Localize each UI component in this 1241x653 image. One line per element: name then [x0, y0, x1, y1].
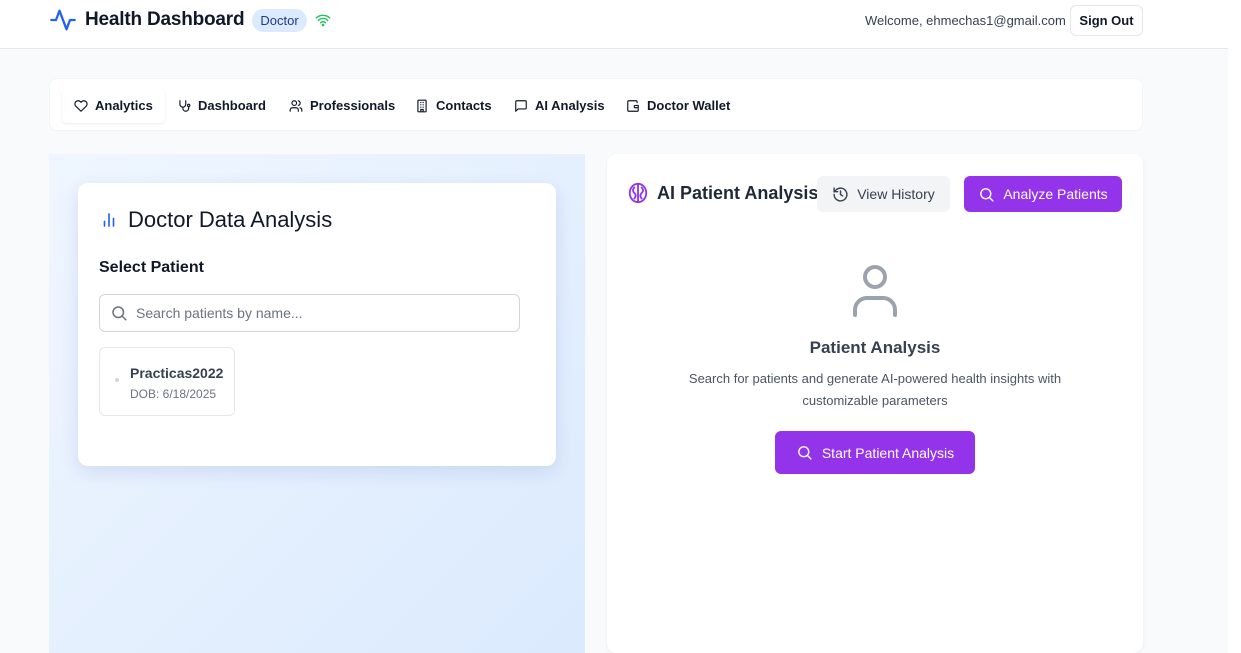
analyze-patients-label: Analyze Patients [1003, 186, 1108, 202]
analyze-patients-button[interactable]: Analyze Patients [964, 176, 1122, 212]
search-icon [980, 187, 994, 202]
heart-icon [74, 99, 88, 112]
role-badge: Doctor [252, 8, 307, 32]
bar-chart-icon [103, 213, 115, 227]
history-icon [833, 186, 848, 202]
tab-label: Dashboard [198, 98, 266, 113]
tab-ai-analysis[interactable]: AI Analysis [502, 88, 617, 123]
message-square-icon [515, 99, 527, 112]
patient-avatar-placeholder [115, 378, 119, 382]
tab-label: Contacts [436, 98, 492, 113]
tab-doctor-wallet[interactable]: Doctor Wallet [614, 88, 742, 123]
main-nav: Analytics Dashboard Professionals Contac… [49, 78, 1143, 131]
tab-analytics[interactable]: Analytics [62, 88, 165, 123]
brain-icon [628, 182, 648, 204]
tab-label: Doctor Wallet [647, 98, 731, 113]
welcome-text: Welcome, ehmechas1@gmail.com [865, 13, 1066, 28]
page-scrollbar[interactable] [1228, 0, 1241, 653]
search-icon [797, 446, 812, 460]
ai-analysis-card: AI Patient Analysis View History Analyze… [607, 154, 1143, 653]
patient-card[interactable]: Practicas2022 DOB: 6/18/2025 [99, 347, 235, 416]
sign-out-button[interactable]: Sign Out [1070, 5, 1143, 36]
doctor-analysis-title: Doctor Data Analysis [128, 207, 333, 232]
activity-icon [50, 9, 76, 31]
tab-label: Analytics [95, 98, 153, 113]
patient-dob: DOB: 6/18/2025 [130, 387, 217, 401]
search-icon [112, 306, 127, 321]
wifi-icon [315, 14, 331, 27]
wallet-icon [627, 99, 639, 112]
patient-search[interactable] [99, 294, 520, 332]
app-title: Health Dashboard [85, 9, 245, 30]
view-history-label: View History [857, 186, 935, 202]
page: Health Dashboard Doctor Welcome, ehmecha… [0, 0, 1241, 653]
tab-dashboard[interactable]: Dashboard [165, 88, 278, 123]
users-icon [289, 99, 303, 112]
tab-contacts[interactable]: Contacts [403, 88, 504, 123]
ai-analysis-title: AI Patient Analysis [657, 182, 819, 203]
brand: Health Dashboard Doctor [49, 6, 331, 34]
view-history-button[interactable]: View History [817, 176, 950, 212]
tab-label: Professionals [310, 98, 396, 113]
card-title: Doctor Data Analysis [100, 207, 332, 233]
top-header: Health Dashboard Doctor Welcome, ehmecha… [0, 0, 1228, 49]
start-analysis-label: Start Patient Analysis [821, 444, 955, 461]
user-icon [853, 265, 897, 317]
patient-name: Practicas2022 [130, 365, 224, 381]
building-icon [417, 99, 427, 112]
tab-professionals[interactable]: Professionals [277, 88, 407, 123]
ai-analysis-header: AI Patient Analysis [627, 182, 818, 204]
start-patient-analysis-button[interactable]: Start Patient Analysis [775, 431, 975, 474]
tab-label: AI Analysis [535, 98, 605, 113]
select-patient-label: Select Patient [99, 259, 204, 276]
doctor-analysis-card: Doctor Data Analysis Select Patient Prac… [78, 183, 556, 466]
empty-state-description: Search for patients and generate AI-powe… [688, 371, 1062, 408]
search-input[interactable] [136, 305, 516, 321]
empty-state-title: Patient Analysis [809, 338, 941, 357]
stethoscope-icon [179, 99, 191, 112]
